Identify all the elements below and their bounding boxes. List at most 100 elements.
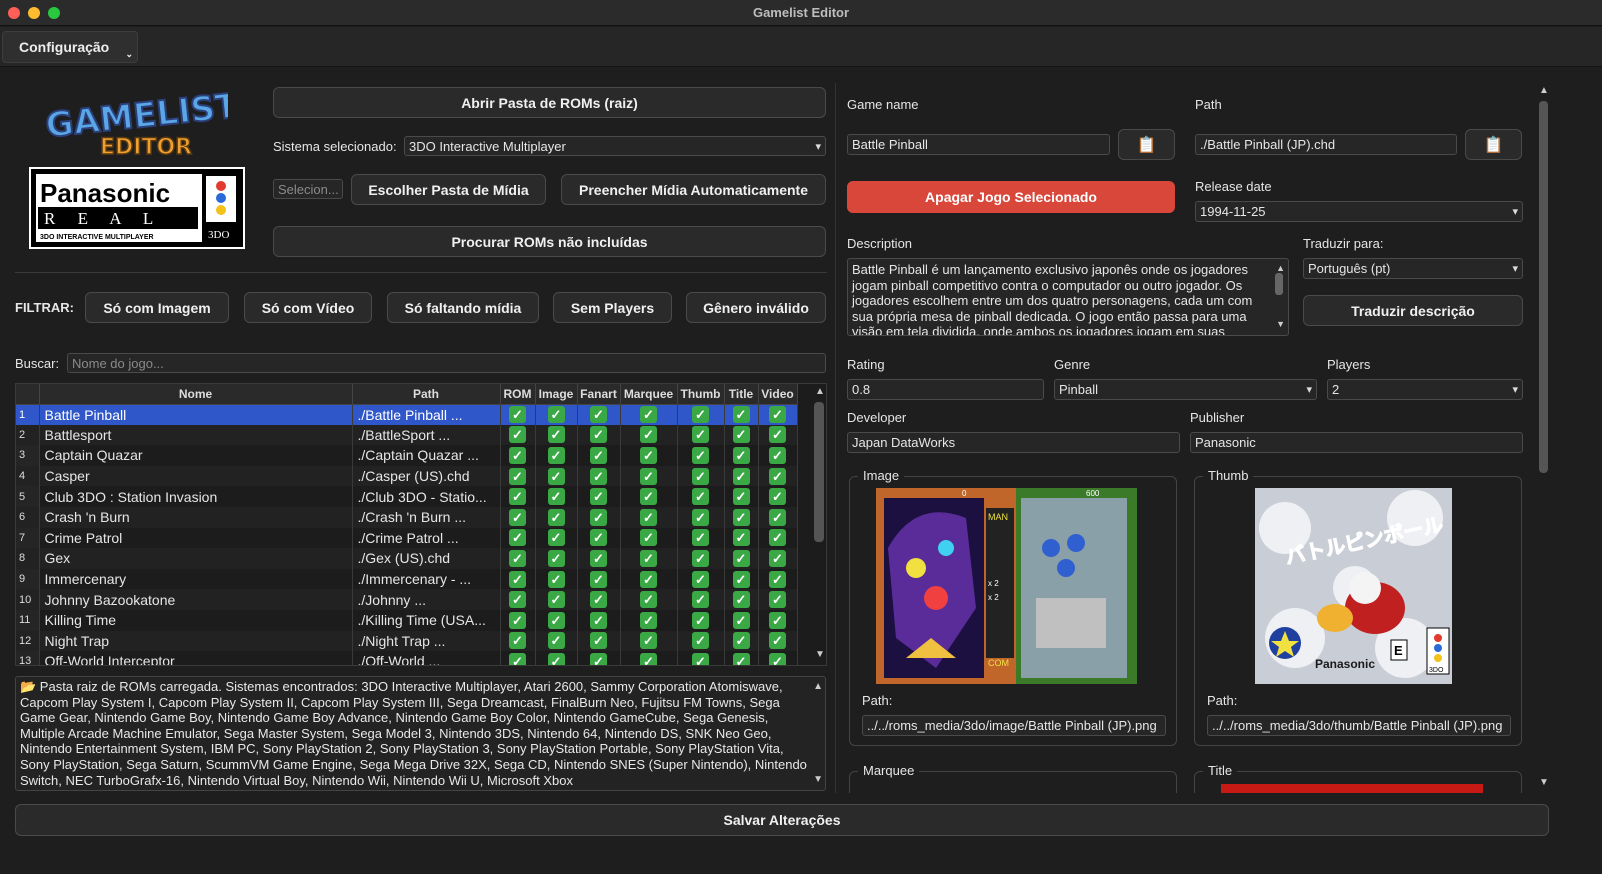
cell-name[interactable]: Killing Time — [39, 609, 353, 631]
paste-path-button[interactable]: 📋 — [1465, 129, 1522, 160]
cell-name[interactable]: Crash 'n Burn — [39, 506, 353, 528]
delete-game-button[interactable]: Apagar Jogo Selecionado — [847, 181, 1175, 213]
cell-name[interactable]: Club 3DO : Station Invasion — [39, 486, 353, 507]
description-scroll-down-icon[interactable]: ▼ — [1276, 317, 1285, 333]
media-folder-input[interactable]: Selecion... — [273, 179, 343, 199]
details-scrollbar[interactable]: ▲ ▼ — [1536, 83, 1551, 793]
filter-with-video-button[interactable]: Só com Vídeo — [244, 292, 372, 323]
column-header-image[interactable]: Image — [535, 384, 578, 405]
table-row[interactable]: 11 Killing Time ./Killing Time (USA... ✓ ✓ ✓ ✓… — [16, 609, 798, 631]
release-date-picker[interactable]: 1994-11-25 ▾ — [1195, 201, 1523, 222]
cell-path[interactable]: ./Johnny ... — [352, 589, 501, 610]
details-scroll-down-icon[interactable]: ▼ — [1539, 777, 1549, 788]
table-row[interactable]: 9 Immercenary ./Immercenary - ... ✓ ✓ ✓ ✓ ✓ ✓ ✓ — [16, 568, 798, 590]
cell-path[interactable]: ./BattleSport ... — [352, 424, 501, 446]
table-row[interactable]: 7 Crime Patrol ./Crime Patrol ... ✓ ✓ ✓ ✓ ✓ ✓ ✓ — [16, 527, 798, 549]
details-scroll-up-icon[interactable]: ▲ — [1539, 85, 1549, 96]
cell-path[interactable]: ./Immercenary - ... — [352, 568, 501, 590]
cell-name[interactable]: Casper — [39, 465, 353, 487]
description-scroll-thumb[interactable] — [1275, 273, 1283, 295]
cell-name[interactable]: Crime Patrol — [39, 527, 353, 549]
table-row[interactable]: 5 Club 3DO : Station Invasion ./Club 3DO -… — [16, 486, 798, 507]
cell-path[interactable]: ./Captain Quazar ... — [352, 445, 501, 466]
table-scrollbar[interactable]: ▲ ▼ — [812, 384, 826, 665]
column-header-path[interactable]: Path — [352, 384, 501, 405]
scroll-up-icon[interactable]: ▲ — [815, 386, 825, 397]
choose-media-folder-button[interactable]: Escolher Pasta de Mídia — [351, 174, 546, 205]
system-select[interactable]: 3DO Interactive Multiplayer ▾ — [404, 136, 826, 156]
config-menu-button[interactable]: Configuração ⌄ — [2, 31, 138, 63]
row-number: 4 — [16, 465, 40, 487]
paste-name-button[interactable]: 📋 — [1118, 129, 1175, 160]
details-scroll-thumb[interactable] — [1539, 101, 1548, 473]
column-header-fanart[interactable]: Fanart — [577, 384, 621, 405]
search-input[interactable]: Nome do jogo... — [67, 353, 826, 373]
players-select[interactable]: 2 ▾ — [1327, 379, 1523, 400]
column-header-marquee[interactable]: Marquee — [620, 384, 678, 405]
filter-no-players-button[interactable]: Sem Players — [553, 292, 672, 323]
table-row[interactable]: 6 Crash 'n Burn ./Crash 'n Burn ... ✓ ✓ ✓ ✓ ✓ ✓ ✓ — [16, 506, 798, 528]
developer-field[interactable]: Japan DataWorks — [847, 432, 1180, 453]
table-row[interactable]: 2 Battlesport ./BattleSport ... ✓ ✓ ✓ ✓ ✓ ✓ ✓ — [16, 424, 798, 446]
checkmark-icon: ✓ — [640, 508, 657, 526]
checkmark-icon: ✓ — [590, 549, 607, 567]
table-row[interactable]: 12 Night Trap ./Night Trap ... ✓ ✓ ✓ ✓ ✓ ✓ ✓ — [16, 630, 798, 652]
cell-path[interactable]: ./Club 3DO - Statio... — [352, 486, 501, 507]
cell-thumb: ✓ — [677, 568, 725, 590]
log-scroll-up-icon[interactable]: ▲ — [813, 679, 823, 695]
cell-path[interactable]: ./Off-World ... — [352, 651, 501, 665]
game-name-field[interactable]: Battle Pinball — [847, 134, 1110, 155]
genre-select[interactable]: Pinball ▾ — [1054, 379, 1317, 400]
cell-name[interactable]: Immercenary — [39, 568, 353, 590]
table-row[interactable]: 1 Battle Pinball ./Battle Pinball ... ✓ ✓ ✓ ✓ ✓… — [16, 404, 798, 425]
table-row[interactable]: 3 Captain Quazar ./Captain Quazar ... ✓ ✓ ✓ ✓ ✓… — [16, 445, 798, 466]
table-row[interactable]: 4 Casper ./Casper (US).chd ✓ ✓ ✓ ✓ ✓ ✓ ✓ — [16, 465, 798, 487]
checkmark-icon: ✓ — [692, 632, 709, 650]
description-textarea[interactable]: Battle Pinball é um lançamento exclusivo… — [847, 258, 1289, 336]
table-row[interactable]: 13 Off-World Interceptor ./Off-World ... ✓ ✓… — [16, 651, 798, 665]
cell-path[interactable]: ./Crime Patrol ... — [352, 527, 501, 549]
cell-path[interactable]: ./Battle Pinball ... — [352, 404, 501, 425]
open-roms-folder-button[interactable]: Abrir Pasta de ROMs (raiz) — [273, 87, 826, 118]
column-header-name[interactable]: Nome — [39, 384, 353, 405]
cell-name[interactable]: Captain Quazar — [39, 445, 353, 466]
cell-path[interactable]: ./Crash 'n Burn ... — [352, 506, 501, 528]
cell-name[interactable]: Johnny Bazookatone — [39, 589, 353, 610]
column-header-title[interactable]: Title — [724, 384, 759, 405]
image-path-field[interactable]: ../../roms_media/3do/image/Battle Pinbal… — [862, 715, 1166, 736]
cell-name[interactable]: Battle Pinball — [39, 404, 353, 425]
filter-with-image-button[interactable]: Só com Imagem — [85, 292, 229, 323]
cell-fanart: ✓ — [577, 424, 621, 446]
checkmark-icon: ✓ — [692, 529, 709, 547]
filter-invalid-genre-button[interactable]: Gênero inválido — [686, 292, 826, 323]
save-changes-button[interactable]: Salvar Alterações — [15, 804, 1549, 836]
log-scroll-down-icon[interactable]: ▼ — [813, 772, 823, 788]
translate-description-button[interactable]: Traduzir descrição — [1303, 295, 1523, 326]
cell-name[interactable]: Night Trap — [39, 630, 353, 652]
cell-path[interactable]: ./Night Trap ... — [352, 630, 501, 652]
filter-missing-media-button[interactable]: Só faltando mídia — [387, 292, 539, 323]
column-header-rom[interactable]: ROM — [500, 384, 536, 405]
publisher-field[interactable]: Panasonic — [1190, 432, 1523, 453]
rating-field[interactable]: 0.8 — [847, 379, 1044, 400]
table-row[interactable]: 8 Gex ./Gex (US).chd ✓ ✓ ✓ ✓ ✓ ✓ ✓ — [16, 548, 798, 569]
thumb-path-field[interactable]: ../../roms_media/3do/thumb/Battle Pinbal… — [1207, 715, 1511, 736]
checkmark-icon: ✓ — [640, 406, 657, 424]
cell-name[interactable]: Battlesport — [39, 424, 353, 446]
cell-name[interactable]: Off-World Interceptor — [39, 651, 353, 665]
autofill-media-button[interactable]: Preencher Mídia Automaticamente — [561, 174, 826, 205]
cell-path[interactable]: ./Killing Time (USA... — [352, 609, 501, 631]
scroll-down-icon[interactable]: ▼ — [815, 649, 825, 660]
checkmark-icon: ✓ — [547, 467, 565, 485]
cell-path[interactable]: ./Casper (US).chd — [352, 465, 501, 487]
translate-language-select[interactable]: Português (pt) ▾ — [1303, 258, 1523, 279]
table-row[interactable]: 10 Johnny Bazookatone ./Johnny ... ✓ ✓ ✓ ✓ ✓ ✓ ✓ — [16, 589, 798, 610]
find-missing-roms-button[interactable]: Procurar ROMs não incluídas — [273, 226, 826, 257]
cell-path[interactable]: ./Gex (US).chd — [352, 548, 501, 569]
column-header-thumb[interactable]: Thumb — [677, 384, 725, 405]
column-header-video[interactable]: Video — [758, 384, 798, 405]
table-scroll-thumb[interactable] — [814, 402, 824, 542]
path-field[interactable]: ./Battle Pinball (JP).chd — [1195, 134, 1457, 155]
cell-rom: ✓ — [500, 465, 536, 487]
cell-name[interactable]: Gex — [39, 548, 353, 569]
